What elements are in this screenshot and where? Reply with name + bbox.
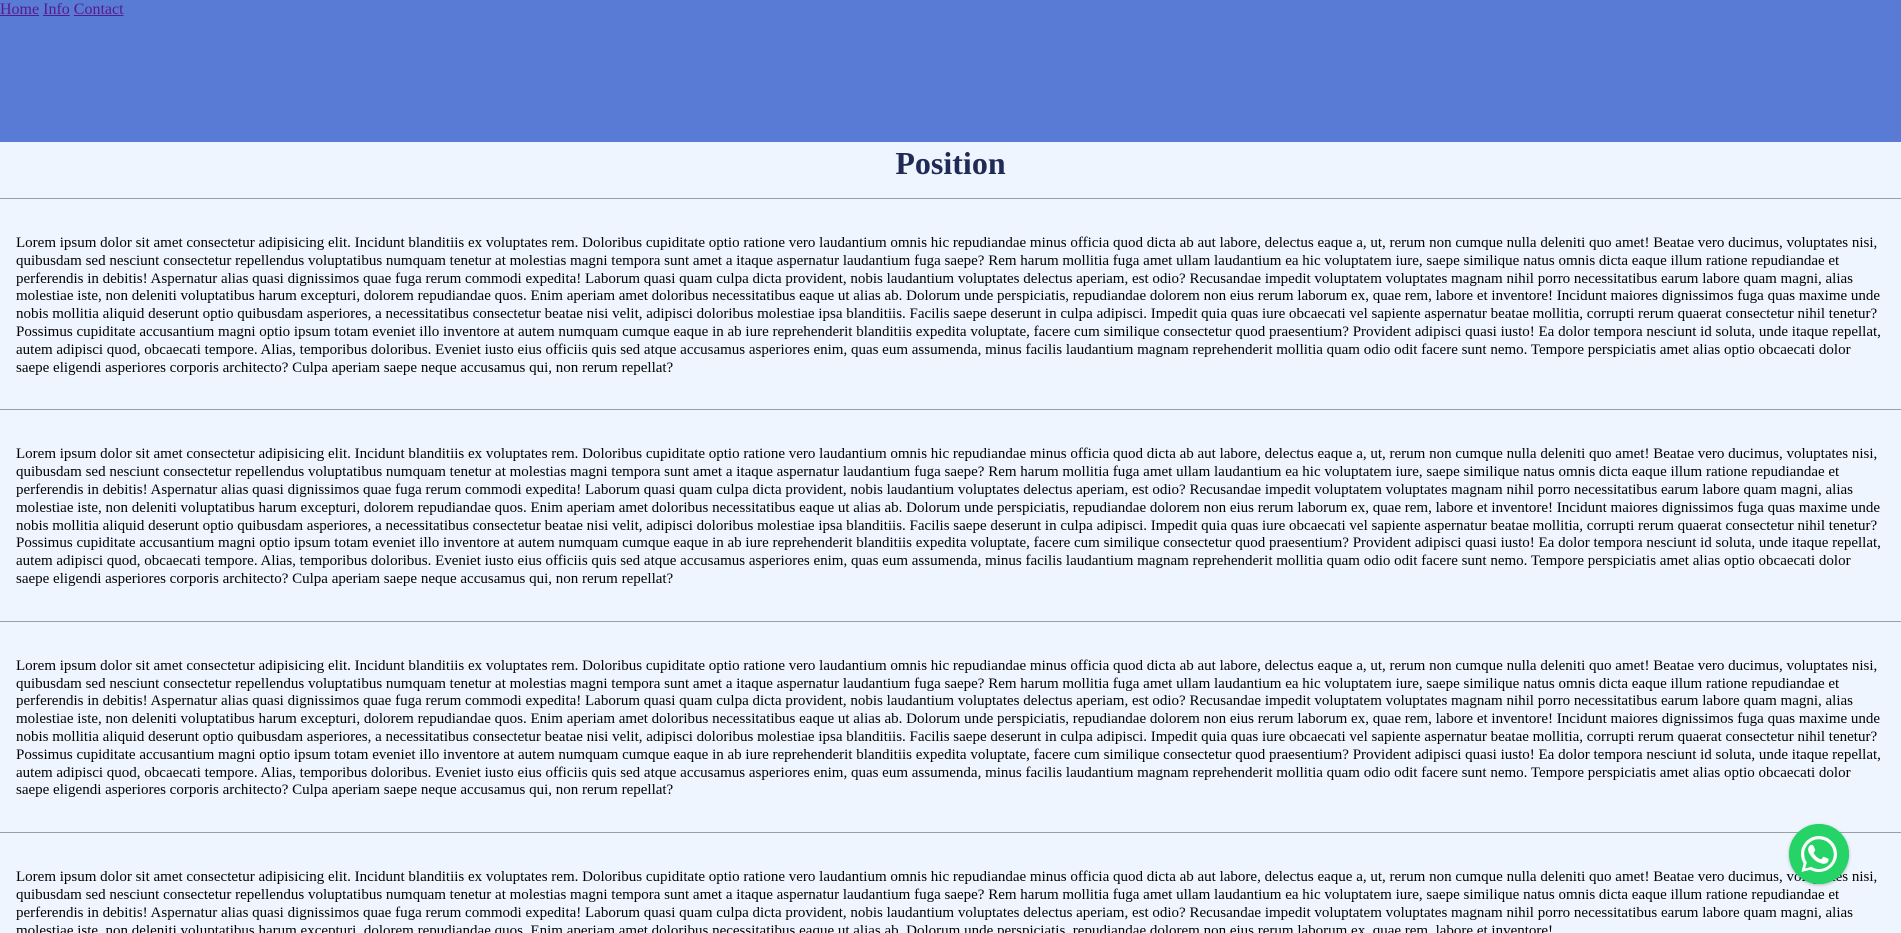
top-nav: Home Info Contact <box>0 0 124 20</box>
content-section-1: Lorem ipsum dolor sit amet consectetur a… <box>0 199 1901 411</box>
site-header: Home Info Contact <box>0 0 1901 142</box>
content-section-4: Lorem ipsum dolor sit amet consectetur a… <box>0 833 1901 933</box>
section-paragraph: Lorem ipsum dolor sit amet consectetur a… <box>16 869 1878 933</box>
nav-contact-link[interactable]: Contact <box>74 1 124 18</box>
nav-info-link[interactable]: Info <box>43 1 70 18</box>
content-section-3: Lorem ipsum dolor sit amet consectetur a… <box>0 622 1901 834</box>
nav-home-link[interactable]: Home <box>0 1 39 18</box>
page-title: Position <box>895 145 1006 181</box>
section-paragraph: Lorem ipsum dolor sit amet consectetur a… <box>16 657 1881 799</box>
whatsapp-button[interactable] <box>1789 824 1849 884</box>
content-section-2: Lorem ipsum dolor sit amet consectetur a… <box>0 410 1901 622</box>
whatsapp-icon <box>1789 824 1849 884</box>
section-paragraph: Lorem ipsum dolor sit amet consectetur a… <box>16 446 1881 587</box>
section-paragraph: Lorem ipsum dolor sit amet consectetur a… <box>16 235 1881 376</box>
